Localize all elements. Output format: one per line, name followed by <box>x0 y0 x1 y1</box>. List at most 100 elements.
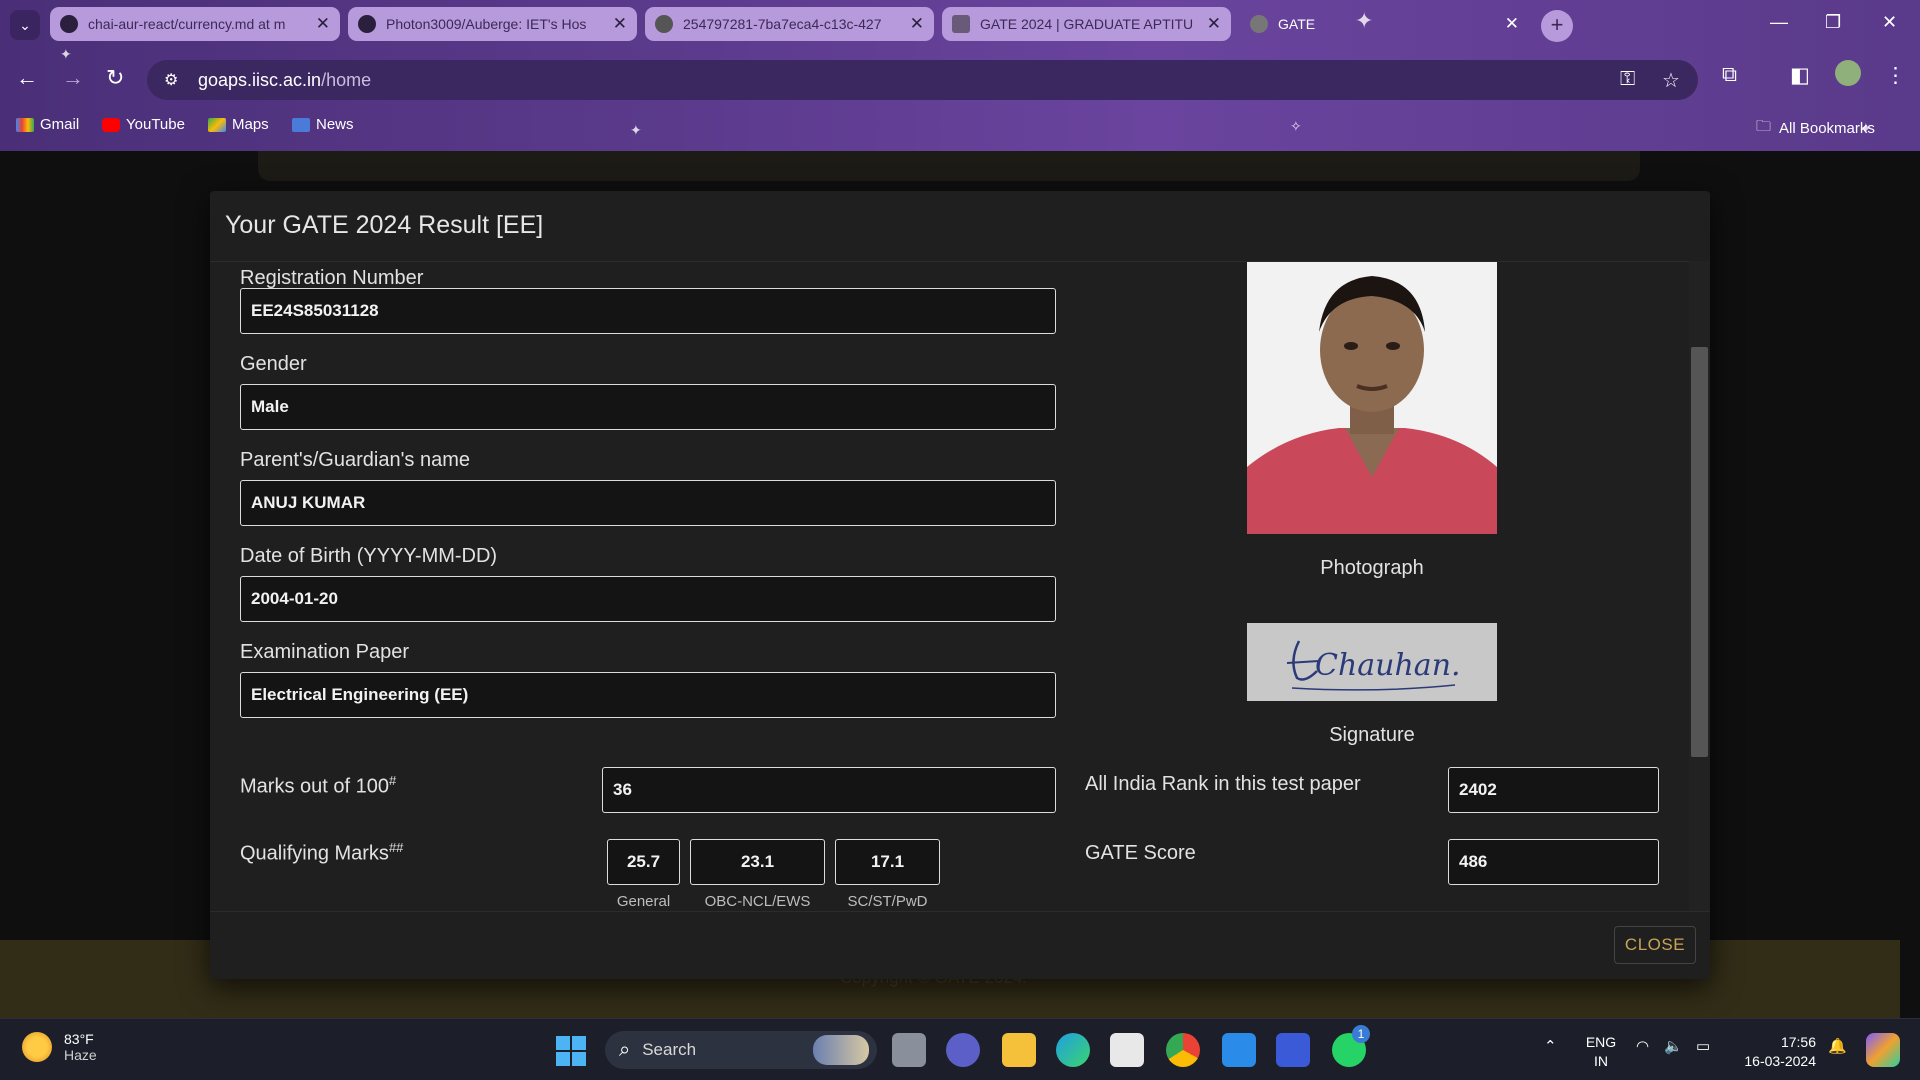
qualifying-general-field: 25.7 <box>607 839 680 885</box>
restore-icon[interactable]: ❐ <box>1825 12 1841 33</box>
menu-icon[interactable]: ⋮ <box>1885 63 1906 88</box>
tab-title: GATE <box>1278 16 1316 32</box>
teams-chat-icon[interactable] <box>946 1033 980 1067</box>
divider <box>210 911 1710 912</box>
air-label: All India Rank in this test paper <box>1085 773 1361 795</box>
star-icon[interactable]: ☆ <box>1662 68 1680 93</box>
gate-logo-icon <box>1250 15 1268 33</box>
tray-overflow-icon[interactable]: ⌃ <box>1544 1037 1557 1055</box>
qualifying-marks-label: Qualifying Marks## <box>240 840 404 865</box>
dob-label: Date of Birth (YYYY-MM-DD) <box>240 545 498 567</box>
gender-field: Male <box>240 384 1056 430</box>
reload-icon[interactable]: ↻ <box>106 65 124 91</box>
windows-start-icon[interactable] <box>556 1036 586 1066</box>
bookmark-gmail[interactable]: Gmail <box>16 116 79 133</box>
search-label: Search <box>642 1040 697 1059</box>
address-bar[interactable]: ⚙ goaps.iisc.ac.in/home ⚿ ☆ <box>147 60 1698 100</box>
taskbar-search[interactable]: ⌕ Search <box>605 1031 877 1069</box>
chrome-icon[interactable] <box>1166 1033 1200 1067</box>
tab-title: 254797281-7ba7eca4-c13c-427 <box>683 16 882 32</box>
photograph-caption: Photograph <box>1320 557 1424 579</box>
clock-time: 17:56 <box>1780 1034 1816 1050</box>
weather-haze-icon <box>22 1032 52 1062</box>
guardian-name-field: ANUJ KUMAR <box>240 480 1056 526</box>
modal-title: Your GATE 2024 Result [EE] <box>225 211 544 239</box>
bookmark-maps[interactable]: Maps <box>208 116 269 133</box>
close-icon[interactable]: ✕ <box>910 14 924 34</box>
lang-code: ENG <box>1585 1034 1617 1050</box>
back-icon[interactable]: ← <box>16 65 38 91</box>
github-icon <box>358 15 376 33</box>
browser-chrome: ✦ ✧ ✦ ✦ ✧ ✦ ⌄ chai-aur-react/currency.md… <box>0 0 1920 151</box>
photo-image <box>1247 262 1497 534</box>
air-field: 2402 <box>1448 767 1659 813</box>
notification-bell-icon[interactable]: 🔔 <box>1828 1037 1847 1055</box>
new-tab-button[interactable]: + <box>1541 10 1573 42</box>
weather-widget[interactable]: 83°F Haze <box>22 1031 97 1063</box>
modal-scrollbar-thumb[interactable] <box>1691 347 1708 757</box>
news-icon <box>292 117 310 132</box>
bookmark-label: Gmail <box>40 116 80 133</box>
folder-icon: 🗀 <box>1756 118 1772 135</box>
weather-temp: 83°F <box>64 1031 94 1047</box>
battery-icon[interactable]: ▭ <box>1696 1037 1710 1055</box>
minimize-icon[interactable]: — <box>1770 12 1788 33</box>
site-info-icon[interactable]: ⚙ <box>164 70 186 90</box>
side-panel-icon[interactable]: ◧ <box>1790 63 1810 88</box>
profile-avatar[interactable] <box>1835 60 1861 86</box>
all-bookmarks-button[interactable]: 🗀 All Bookmarks <box>1756 116 1875 141</box>
signature-text: Chauhan. <box>1315 648 1461 683</box>
language-indicator[interactable]: ENG IN <box>1584 1033 1618 1071</box>
bookmark-label: All Bookmarks <box>1779 120 1875 137</box>
bookmark-news[interactable]: News <box>292 116 354 133</box>
key-icon[interactable]: ⚿ <box>1620 68 1635 91</box>
copilot-icon[interactable] <box>1866 1033 1900 1067</box>
file-explorer-icon[interactable] <box>1002 1033 1036 1067</box>
registration-number-label: Registration Number <box>240 267 424 289</box>
exam-paper-label: Examination Paper <box>240 641 409 663</box>
browser-toolbar: ← → ↻ ⚙ goaps.iisc.ac.in/home ⚿ ☆ ⧉ ◧ ⋮ <box>0 55 1920 103</box>
tab-image[interactable]: 254797281-7ba7eca4-c13c-427 ✕ <box>645 7 934 41</box>
forward-icon[interactable]: → <box>62 65 84 91</box>
signature-caption: Signature <box>1329 724 1415 746</box>
vscode-icon[interactable] <box>1222 1033 1256 1067</box>
github-icon <box>60 15 78 33</box>
maps-icon <box>208 117 226 132</box>
signature-image: Chauhan. <box>1247 623 1497 701</box>
qualifying-general-caption: General <box>616 893 671 910</box>
gate-logo-icon <box>952 15 970 33</box>
microsoft-store-icon[interactable] <box>1110 1033 1144 1067</box>
dob-field: 2004-01-20 <box>240 576 1056 622</box>
search-icon: ⌕ <box>619 1038 631 1061</box>
volume-icon[interactable]: 🔈 <box>1664 1037 1683 1055</box>
guardian-name-label: Parent's/Guardian's name <box>240 449 470 471</box>
url-text: goaps.iisc.ac.in/home <box>198 69 372 90</box>
close-icon[interactable]: ✕ <box>316 14 330 34</box>
tab-chai-aur-react[interactable]: chai-aur-react/currency.md at m ✕ <box>50 7 340 41</box>
gmail-icon <box>16 117 34 132</box>
task-view-icon[interactable] <box>892 1033 926 1067</box>
edge-icon[interactable] <box>1056 1033 1090 1067</box>
system-clock[interactable]: 17:56 16-03-2024 <box>1738 1033 1816 1071</box>
close-icon[interactable]: ✕ <box>613 14 627 34</box>
tab-search-button[interactable]: ⌄ <box>10 10 40 40</box>
app-icon[interactable] <box>1276 1033 1310 1067</box>
extensions-icon[interactable]: ⧉ <box>1722 63 1737 87</box>
candidate-signature: Chauhan. <box>1247 623 1497 701</box>
close-icon[interactable]: ✕ <box>1505 14 1519 34</box>
youtube-icon <box>102 117 120 132</box>
modal-body[interactable]: Registration Number EE24S85031128 Gender… <box>210 262 1689 911</box>
tab-gate-2024[interactable]: GATE 2024 | GRADUATE APTITU ✕ <box>942 7 1231 41</box>
wifi-icon[interactable]: ◠ <box>1636 1037 1649 1055</box>
close-icon[interactable]: ✕ <box>1207 14 1221 34</box>
close-button[interactable]: CLOSE <box>1614 926 1696 964</box>
tab-gate-active[interactable]: GATE ✕ <box>1240 7 1529 41</box>
globe-icon <box>655 15 673 33</box>
close-window-icon[interactable]: ✕ <box>1882 12 1897 33</box>
bookmarks-bar: Gmail YouTube Maps News 🗀 All Bookmarks <box>0 112 1920 140</box>
tab-auberge[interactable]: Photon3009/Auberge: IET's Hos ✕ <box>348 7 637 41</box>
bookmark-youtube[interactable]: YouTube <box>102 116 185 133</box>
weather-desc: Haze <box>64 1047 97 1063</box>
result-modal: Your GATE 2024 Result [EE] Registration … <box>210 191 1710 979</box>
gate-score-field: 486 <box>1448 839 1659 885</box>
